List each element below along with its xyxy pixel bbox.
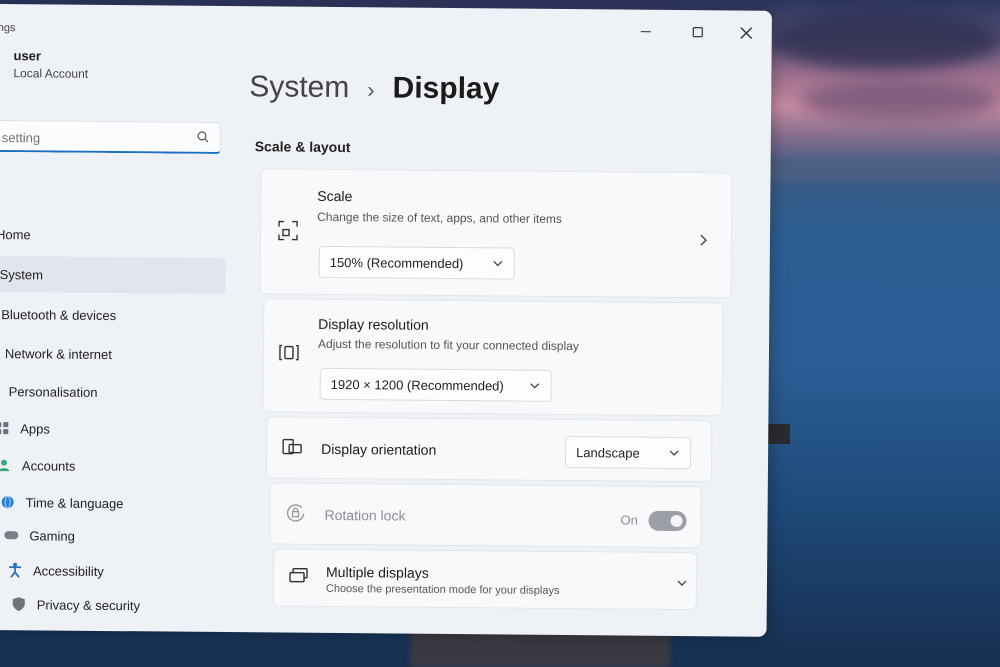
display-resolution-icon: [279, 344, 299, 361]
orientation-dropdown[interactable]: Landscape: [564, 436, 692, 470]
sidebar-item-label: Accessibility: [32, 562, 104, 579]
wallpaper-cloud: [770, 10, 1000, 70]
rotation-lock-icon: [286, 504, 305, 522]
apps-icon: [0, 420, 10, 436]
chevron-down-icon: [530, 383, 540, 389]
resolution-dropdown[interactable]: 1920 × 1200 (Recommended): [319, 367, 552, 402]
scale-icon: [278, 220, 298, 241]
rotation-lock-toggle[interactable]: [648, 510, 687, 532]
scale-value: 150% (Recommended): [329, 254, 464, 271]
account-type: Local Account: [13, 66, 89, 81]
maximize-icon: [692, 27, 703, 38]
sidebar-item-label: Home: [0, 226, 31, 242]
controller-icon: [3, 527, 19, 543]
sidebar-item-label: Apps: [20, 420, 51, 437]
rotation-lock-card: Rotation lock On: [269, 482, 702, 549]
shield-icon: [11, 596, 27, 612]
sidebar-item-bluetooth[interactable]: Bluetooth & devices: [1, 296, 231, 334]
display-orientation-icon: [282, 438, 302, 455]
title-bar: ngs: [0, 4, 772, 51]
minimize-button[interactable]: [632, 20, 660, 44]
breadcrumb-parent[interactable]: System: [249, 70, 349, 105]
breadcrumb: System › Display: [249, 70, 499, 106]
search-input[interactable]: [0, 126, 194, 150]
chevron-down-icon[interactable]: [676, 577, 688, 589]
resolution-description: Adjust the resolution to fit your connec…: [317, 336, 579, 354]
sidebar-item-label: Accounts: [21, 457, 76, 474]
orientation-value: Landscape: [576, 444, 640, 461]
close-icon: [739, 26, 752, 39]
multiple-displays-title: Multiple displays: [325, 563, 429, 581]
sidebar-item-network[interactable]: Network & internet: [5, 335, 235, 373]
close-button[interactable]: [732, 20, 760, 44]
page-title: Display: [392, 71, 500, 106]
sidebar-item-label: Gaming: [29, 527, 75, 544]
multiple-displays-card[interactable]: Multiple displays Choose the presentatio…: [272, 548, 698, 611]
scale-title: Scale: [317, 187, 353, 205]
multiple-displays-description: Choose the presentation mode for your di…: [325, 582, 560, 597]
scale-dropdown[interactable]: 150% (Recommended): [318, 245, 515, 280]
sidebar-item-system[interactable]: System: [0, 256, 226, 295]
sidebar-item-label: Privacy & security: [36, 596, 141, 613]
sidebar-item-privacy-security[interactable]: Privacy & security: [11, 586, 241, 624]
multiple-displays-icon: [289, 567, 308, 583]
resolution-value: 1920 × 1200 (Recommended): [330, 376, 504, 393]
scale-description: Change the size of text, apps, and other…: [317, 209, 563, 226]
minimize-icon: [640, 31, 651, 33]
chevron-down-icon: [669, 450, 679, 456]
settings-window: ngs user Local Account Home System Bluet…: [0, 4, 772, 637]
sidebar-item-time-language[interactable]: Time & language: [0, 484, 230, 522]
wallpaper-horizon: [760, 160, 1000, 182]
resolution-title: Display resolution: [318, 315, 429, 333]
search-icon[interactable]: [196, 130, 210, 144]
rotation-lock-title: Rotation lock: [324, 506, 406, 524]
sidebar-item-label: Personalisation: [8, 383, 98, 400]
sidebar-item-label: Bluetooth & devices: [1, 306, 117, 323]
chevron-down-icon: [493, 260, 503, 267]
wallpaper-cloud: [800, 80, 1000, 120]
sidebar-item-accounts[interactable]: Accounts: [0, 447, 226, 485]
rotation-lock-state: On: [620, 512, 638, 528]
resolution-card: Display resolution Adjust the resolution…: [262, 298, 724, 417]
sidebar-item-label: Time & language: [25, 494, 124, 511]
accessibility-icon: [7, 562, 23, 578]
sidebar-item-apps[interactable]: Apps: [0, 410, 224, 448]
sidebar-item-gaming[interactable]: Gaming: [3, 517, 233, 555]
sidebar-item-label: Network & internet: [4, 345, 112, 362]
search-box[interactable]: [0, 119, 221, 154]
maximize-button[interactable]: [684, 20, 712, 44]
orientation-card: Display orientation Landscape: [265, 416, 713, 483]
scale-card[interactable]: Scale Change the size of text, apps, and…: [259, 168, 733, 299]
orientation-title: Display orientation: [321, 440, 437, 458]
account-name: user: [13, 48, 42, 64]
chevron-right-icon[interactable]: [697, 233, 709, 247]
globe-icon: [0, 494, 16, 510]
accounts-icon: [0, 457, 12, 473]
sidebar-item-label: System: [0, 266, 44, 282]
breadcrumb-separator: ›: [367, 77, 375, 103]
sidebar-item-personalisation[interactable]: Personalisation: [8, 373, 238, 411]
section-title: Scale & layout: [254, 138, 351, 156]
sidebar-item-home[interactable]: Home: [0, 216, 226, 254]
app-title: ngs: [0, 22, 16, 35]
sidebar-item-accessibility[interactable]: Accessibility: [7, 552, 237, 590]
